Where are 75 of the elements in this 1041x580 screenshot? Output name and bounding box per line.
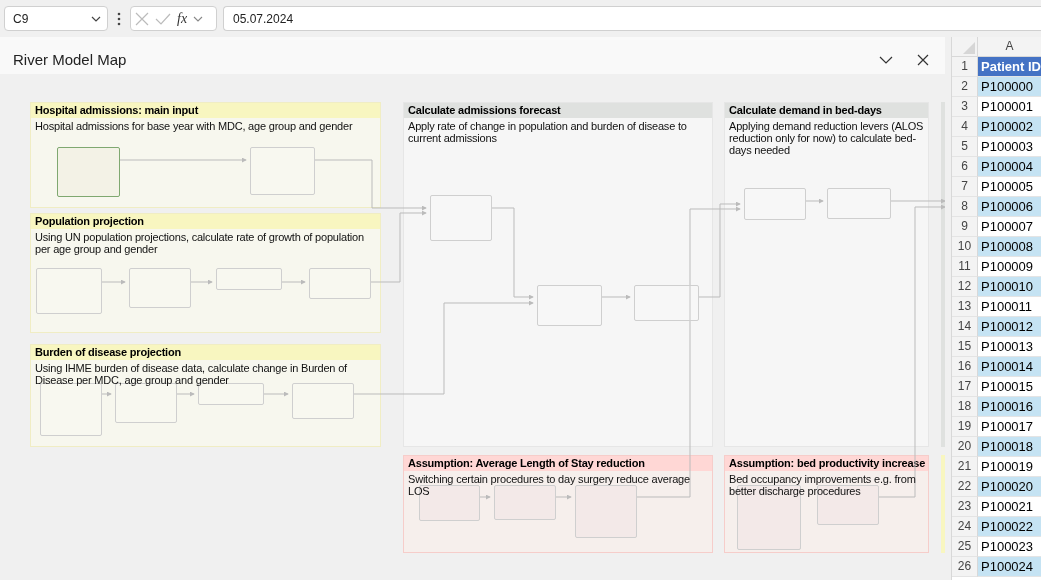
connector-arrow: [101, 391, 112, 397]
table-cell[interactable]: Patient ID: [978, 57, 1041, 77]
row-header[interactable]: 23: [952, 497, 978, 517]
row-header[interactable]: 1: [952, 57, 978, 77]
table-cell[interactable]: P100016: [978, 397, 1041, 417]
row-header[interactable]: 9: [952, 217, 978, 237]
table-cell[interactable]: P100004: [978, 157, 1041, 177]
group-description: Switching certain procedures to day surgery reduce average LOS: [407, 472, 691, 497]
connector-arrow: [555, 494, 572, 500]
row-header[interactable]: 26: [952, 557, 978, 577]
group-title: Burden of disease projection: [31, 345, 380, 360]
row-header[interactable]: 11: [952, 257, 978, 277]
row-header[interactable]: 15: [952, 337, 978, 357]
chevron-down-icon: [91, 15, 101, 22]
row-header[interactable]: 8: [952, 197, 978, 217]
chevron-down-icon[interactable]: [879, 55, 893, 64]
connector-arrow: [601, 294, 631, 300]
cancel-icon[interactable]: [135, 11, 149, 26]
group-description: Apply rate of change in population and burden of disease to current admissions: [407, 119, 688, 144]
row-header[interactable]: 5: [952, 137, 978, 157]
group-title: Population projection: [31, 214, 380, 229]
row-header[interactable]: 14: [952, 317, 978, 337]
row-header[interactable]: 6: [952, 157, 978, 177]
row-header[interactable]: 10: [952, 237, 978, 257]
row-header[interactable]: 7: [952, 177, 978, 197]
table-cell[interactable]: P100024: [978, 557, 1041, 577]
table-cell[interactable]: P100010: [978, 277, 1041, 297]
name-box[interactable]: C9: [4, 6, 108, 31]
group-description: Using IHME burden of disease data, calculate change in Burden of Disease per MDC, age group and gender: [34, 361, 348, 386]
table-cell[interactable]: P100002: [978, 117, 1041, 137]
connector-arrow: [190, 279, 213, 285]
row-header[interactable]: 13: [952, 297, 978, 317]
row-header[interactable]: 4: [952, 117, 978, 137]
connector-arrow: [101, 279, 126, 285]
group-description: Hospital admissions for base year with MDC, age group and gender: [34, 119, 354, 132]
table-cell[interactable]: P100000: [978, 77, 1041, 97]
row-header[interactable]: 12: [952, 277, 978, 297]
connector-arrow: [176, 391, 195, 397]
group-description: Bed occupancy improvements e.g. from better discharge procedures: [728, 472, 917, 497]
row-header[interactable]: 19: [952, 417, 978, 437]
connector-arrow: [479, 494, 491, 500]
table-cell[interactable]: P100020: [978, 477, 1041, 497]
row-header[interactable]: 21: [952, 457, 978, 477]
formula-field[interactable]: 05.07.2024: [223, 6, 1041, 31]
column-header[interactable]: A: [978, 37, 1041, 57]
table-cell[interactable]: P100012: [978, 317, 1041, 337]
group-title: Calculate demand in bed-days: [725, 103, 928, 118]
group-title: Hospital admissions: main input: [31, 103, 380, 118]
checkmark-icon[interactable]: [155, 12, 171, 25]
table-cell[interactable]: P100022: [978, 517, 1041, 537]
row-header[interactable]: 18: [952, 397, 978, 417]
table-cell[interactable]: P100018: [978, 437, 1041, 457]
table-cell[interactable]: P100006: [978, 197, 1041, 217]
row-header[interactable]: 16: [952, 357, 978, 377]
row-header[interactable]: 20: [952, 437, 978, 457]
panel-title: River Model Map: [13, 50, 128, 68]
connector-arrow: [805, 198, 824, 204]
insert-function-button[interactable]: fx: [177, 10, 188, 27]
group-title: Calculate admissions forecast: [404, 103, 712, 118]
connector-arrow: [263, 391, 289, 397]
close-icon[interactable]: [917, 53, 929, 66]
row-header[interactable]: 17: [952, 377, 978, 397]
group-title: Assumption: bed productivity increase: [725, 456, 928, 471]
row-header[interactable]: 22: [952, 477, 978, 497]
row-header[interactable]: 3: [952, 97, 978, 117]
group-description: Using UN population projections, calculate rate of growth of population per age group and gender: [34, 230, 365, 255]
row-header[interactable]: 24: [952, 517, 978, 537]
more-options-icon[interactable]: [117, 11, 121, 26]
row-header[interactable]: 25: [952, 537, 978, 557]
group-title: Assumption: Average Length of Stay reduction: [404, 456, 712, 471]
group-description: Applying demand reduction levers (ALOS reduction only for now) to calculate bed-days needed: [728, 119, 925, 156]
table-cell[interactable]: P100008: [978, 237, 1041, 257]
table-cell[interactable]: P100014: [978, 357, 1041, 377]
row-header[interactable]: 2: [952, 77, 978, 97]
connector-arrow: [281, 279, 306, 285]
